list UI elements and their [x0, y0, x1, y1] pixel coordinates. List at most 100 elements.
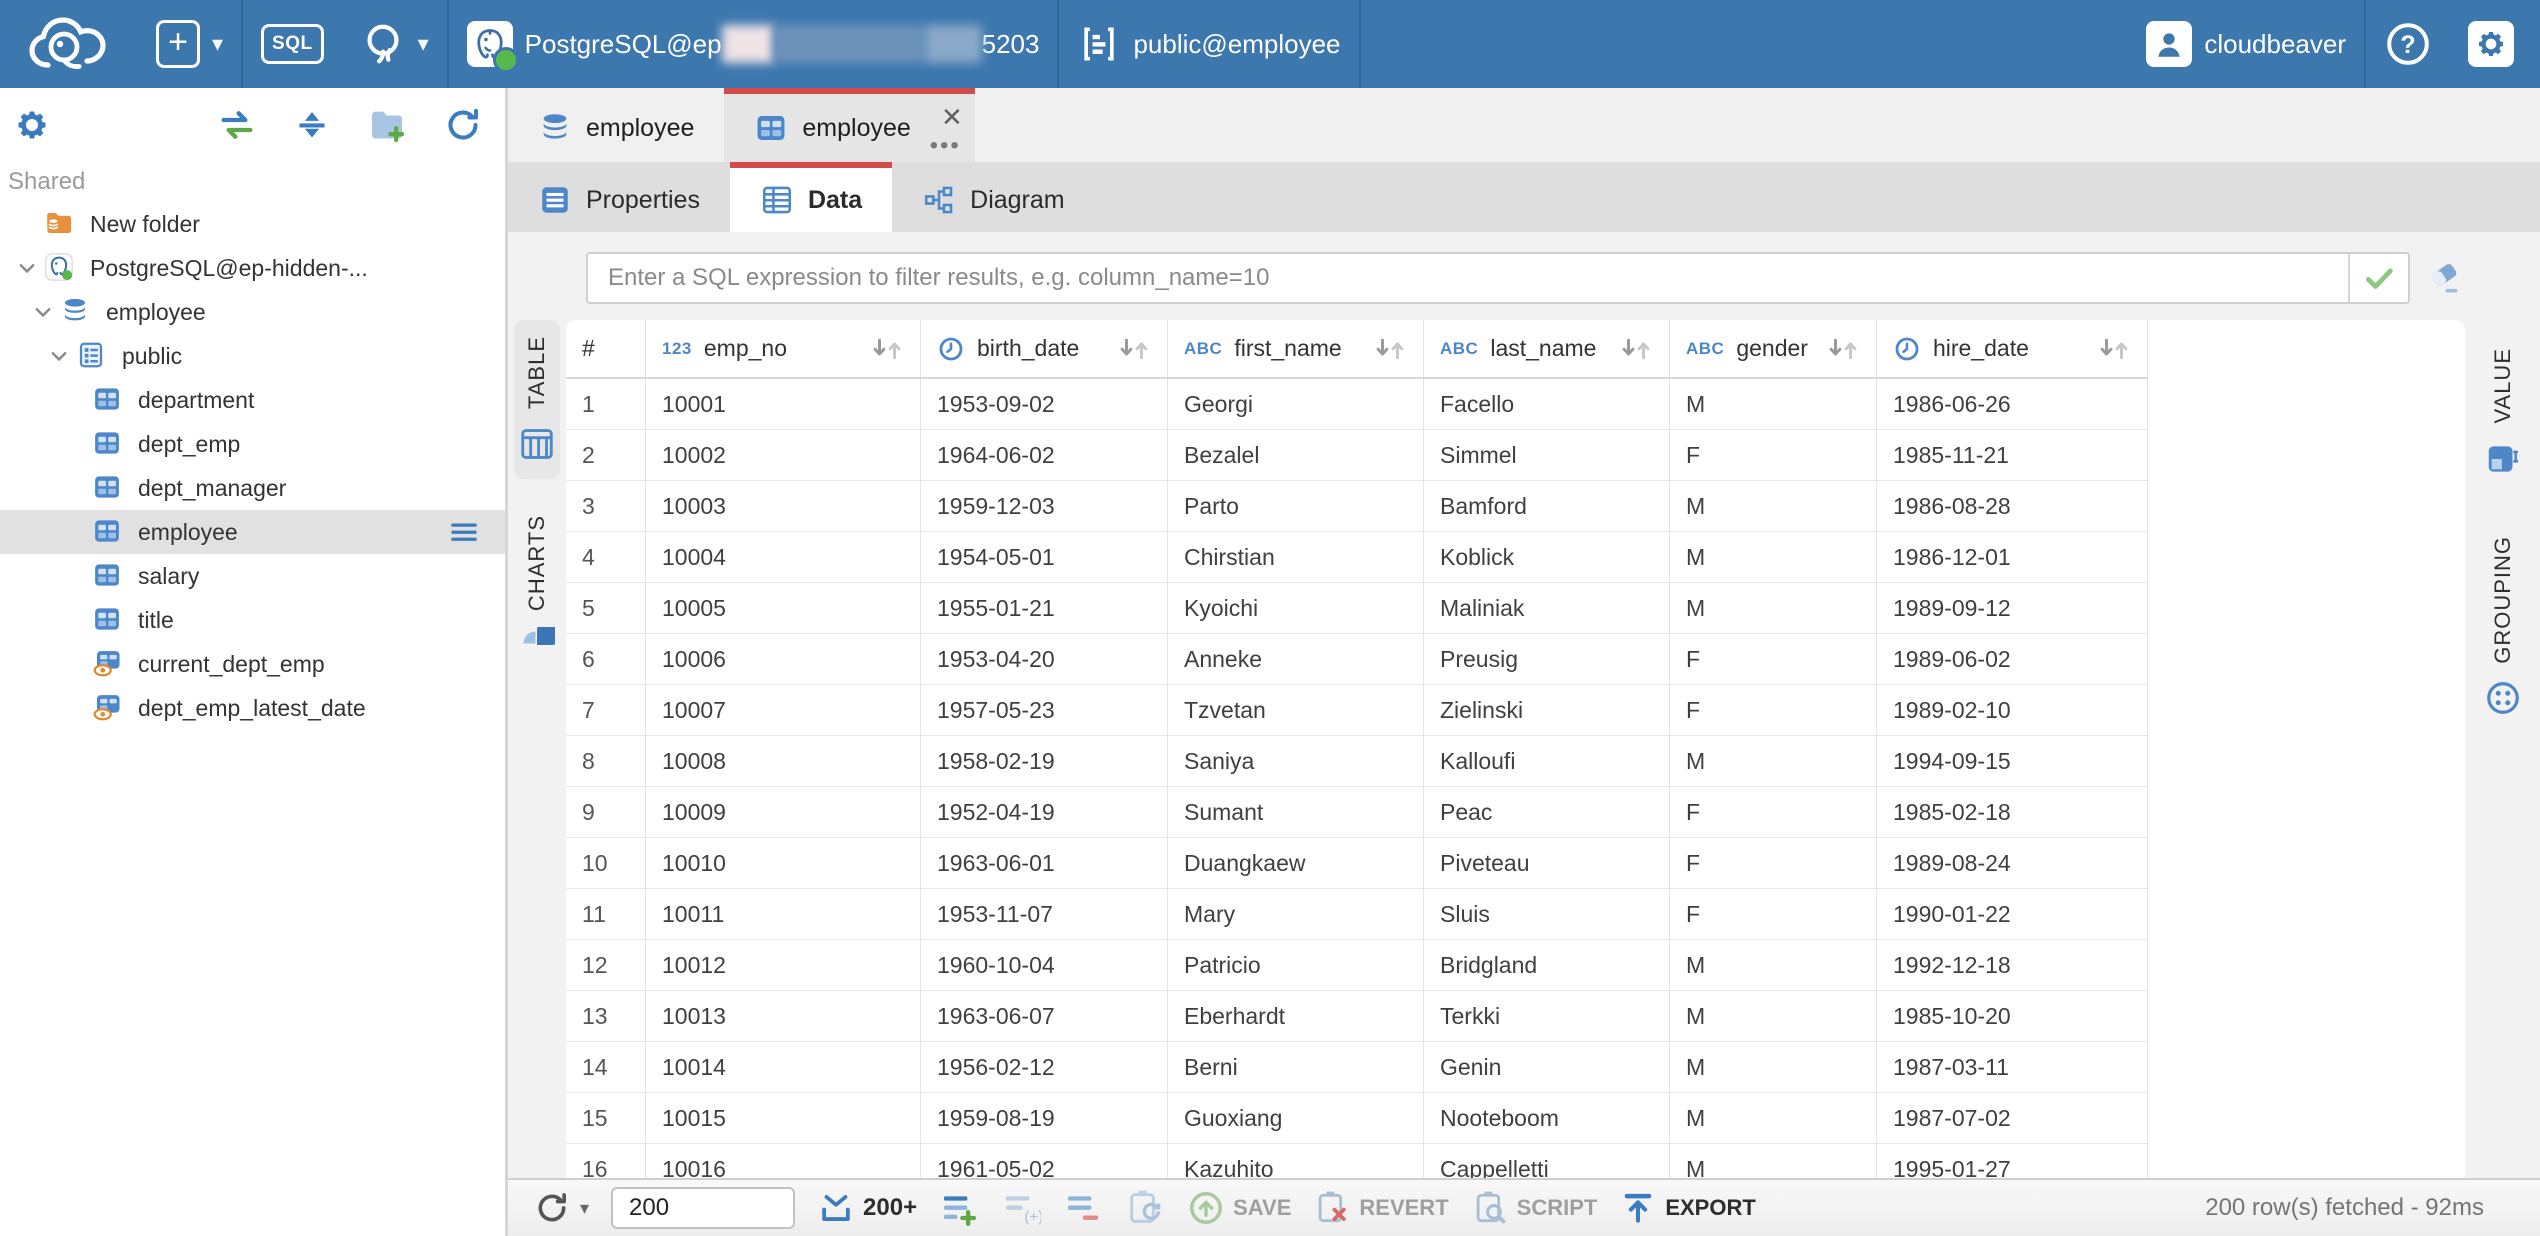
data-cell[interactable]: Kazuhito	[1168, 1144, 1424, 1178]
tree-item-dept-manager[interactable]: dept_manager	[0, 466, 505, 510]
data-cell[interactable]: 10012	[646, 940, 921, 990]
link-with-editor-button[interactable]	[217, 105, 257, 145]
data-cell[interactable]: 1994-09-15	[1877, 736, 2148, 786]
user-menu[interactable]: cloudbeaver	[2128, 0, 2364, 88]
data-cell[interactable]: Terkki	[1424, 991, 1670, 1041]
presentation-charts-button[interactable]: CHARTS	[515, 499, 559, 679]
data-cell[interactable]: M	[1670, 1144, 1877, 1178]
data-cell[interactable]: Eberhardt	[1168, 991, 1424, 1041]
tab-properties[interactable]: Properties	[508, 162, 730, 232]
data-cell[interactable]: 10014	[646, 1042, 921, 1092]
data-cell[interactable]: 1958-02-19	[921, 736, 1168, 786]
data-cell[interactable]: Bamford	[1424, 481, 1670, 531]
data-cell[interactable]: Kalloufi	[1424, 736, 1670, 786]
column-header-index[interactable]: #	[566, 320, 646, 377]
data-cell[interactable]: 1964-06-02	[921, 430, 1168, 480]
data-cell[interactable]: M	[1670, 532, 1877, 582]
data-cell[interactable]: Bridgland	[1424, 940, 1670, 990]
data-cell[interactable]: Tzvetan	[1168, 685, 1424, 735]
data-cell[interactable]: F	[1670, 634, 1877, 684]
script-button[interactable]: SCRIPT	[1471, 1189, 1598, 1227]
data-cell[interactable]: Duangkaew	[1168, 838, 1424, 888]
tree-item-title[interactable]: title	[0, 598, 505, 642]
data-cell[interactable]: 1959-08-19	[921, 1093, 1168, 1143]
data-cell[interactable]: Zielinski	[1424, 685, 1670, 735]
data-cell[interactable]: M	[1670, 736, 1877, 786]
data-cell[interactable]: Kyoichi	[1168, 583, 1424, 633]
new-connection-button[interactable]: + ▾	[138, 0, 241, 88]
connection-search-button[interactable]: ▾	[342, 0, 447, 88]
data-cell[interactable]: 1985-11-21	[1877, 430, 2148, 480]
close-icon[interactable]: ✕	[941, 102, 963, 133]
export-button[interactable]: EXPORT	[1619, 1189, 1755, 1227]
data-cell[interactable]: M	[1670, 583, 1877, 633]
value-panel-button[interactable]: VALUE	[2480, 332, 2526, 494]
data-cell[interactable]: 10006	[646, 634, 921, 684]
row-number-cell[interactable]: 3	[566, 481, 646, 531]
menu-icon[interactable]	[447, 515, 481, 549]
data-cell[interactable]: Preusig	[1424, 634, 1670, 684]
row-number-cell[interactable]: 5	[566, 583, 646, 633]
data-cell[interactable]: M	[1670, 379, 1877, 429]
row-number-cell[interactable]: 6	[566, 634, 646, 684]
row-number-cell[interactable]: 9	[566, 787, 646, 837]
active-connection-selector[interactable]: PostgreSQL@ep 5203	[449, 0, 1058, 88]
data-cell[interactable]: M	[1670, 940, 1877, 990]
collapse-all-button[interactable]	[293, 106, 331, 144]
data-cell[interactable]: Saniya	[1168, 736, 1424, 786]
data-cell[interactable]: 10002	[646, 430, 921, 480]
refresh-results-button[interactable]: ▾	[532, 1188, 589, 1228]
data-cell[interactable]: 1986-06-26	[1877, 379, 2148, 429]
data-cell[interactable]: 1963-06-01	[921, 838, 1168, 888]
data-cell[interactable]: 1959-12-03	[921, 481, 1168, 531]
data-cell[interactable]: F	[1670, 430, 1877, 480]
data-cell[interactable]: Georgi	[1168, 379, 1424, 429]
data-cell[interactable]: 1956-02-12	[921, 1042, 1168, 1092]
tab-overflow-icon[interactable]: •••	[930, 132, 961, 160]
tree-item-employee[interactable]: employee	[0, 510, 505, 554]
data-cell[interactable]: 1985-02-18	[1877, 787, 2148, 837]
data-cell[interactable]: 1957-05-23	[921, 685, 1168, 735]
data-cell[interactable]: 1986-12-01	[1877, 532, 2148, 582]
row-number-cell[interactable]: 7	[566, 685, 646, 735]
tree-item-department[interactable]: department	[0, 378, 505, 422]
data-cell[interactable]: 1985-10-20	[1877, 991, 2148, 1041]
sql-filter-input[interactable]	[588, 254, 2348, 302]
sort-arrows-icon[interactable]	[1824, 334, 1862, 364]
tree-item-dept-emp[interactable]: dept_emp	[0, 422, 505, 466]
tree-item-new-folder[interactable]: New folder	[0, 202, 505, 246]
help-button[interactable]: ?	[2366, 0, 2450, 88]
settings-button[interactable]	[2450, 0, 2540, 88]
data-cell[interactable]: Genin	[1424, 1042, 1670, 1092]
data-cell[interactable]: 1952-04-19	[921, 787, 1168, 837]
data-cell[interactable]: Sluis	[1424, 889, 1670, 939]
data-cell[interactable]: 10009	[646, 787, 921, 837]
data-cell[interactable]: Nooteboom	[1424, 1093, 1670, 1143]
data-cell[interactable]: Patricio	[1168, 940, 1424, 990]
data-cell[interactable]: Chirstian	[1168, 532, 1424, 582]
data-cell[interactable]: F	[1670, 889, 1877, 939]
tree-item-dept-emp-latest-date[interactable]: dept_emp_latest_date	[0, 686, 505, 730]
data-cell[interactable]: Simmel	[1424, 430, 1670, 480]
data-cell[interactable]: 10005	[646, 583, 921, 633]
data-cell[interactable]: 10001	[646, 379, 921, 429]
data-cell[interactable]: Berni	[1168, 1042, 1424, 1092]
tab-employee-data-editor[interactable]: employee ✕ •••	[724, 88, 974, 162]
row-number-cell[interactable]: 13	[566, 991, 646, 1041]
data-cell[interactable]: Koblick	[1424, 532, 1670, 582]
data-cell[interactable]: 1953-11-07	[921, 889, 1168, 939]
data-cell[interactable]: Guoxiang	[1168, 1093, 1424, 1143]
data-cell[interactable]: Anneke	[1168, 634, 1424, 684]
tab-diagram[interactable]: Diagram	[892, 162, 1094, 232]
data-cell[interactable]: Facello	[1424, 379, 1670, 429]
data-cell[interactable]: 10016	[646, 1144, 921, 1178]
fetch-more-button[interactable]: 200+	[817, 1189, 917, 1227]
column-header-birth_date[interactable]: birth_date	[921, 320, 1168, 377]
tree-item-current-dept-emp[interactable]: current_dept_emp	[0, 642, 505, 686]
data-cell[interactable]: 10008	[646, 736, 921, 786]
sort-arrows-icon[interactable]	[1371, 334, 1409, 364]
row-number-cell[interactable]: 15	[566, 1093, 646, 1143]
data-cell[interactable]: 1960-10-04	[921, 940, 1168, 990]
data-cell[interactable]: 1986-08-28	[1877, 481, 2148, 531]
column-header-first_name[interactable]: ABCfirst_name	[1168, 320, 1424, 377]
